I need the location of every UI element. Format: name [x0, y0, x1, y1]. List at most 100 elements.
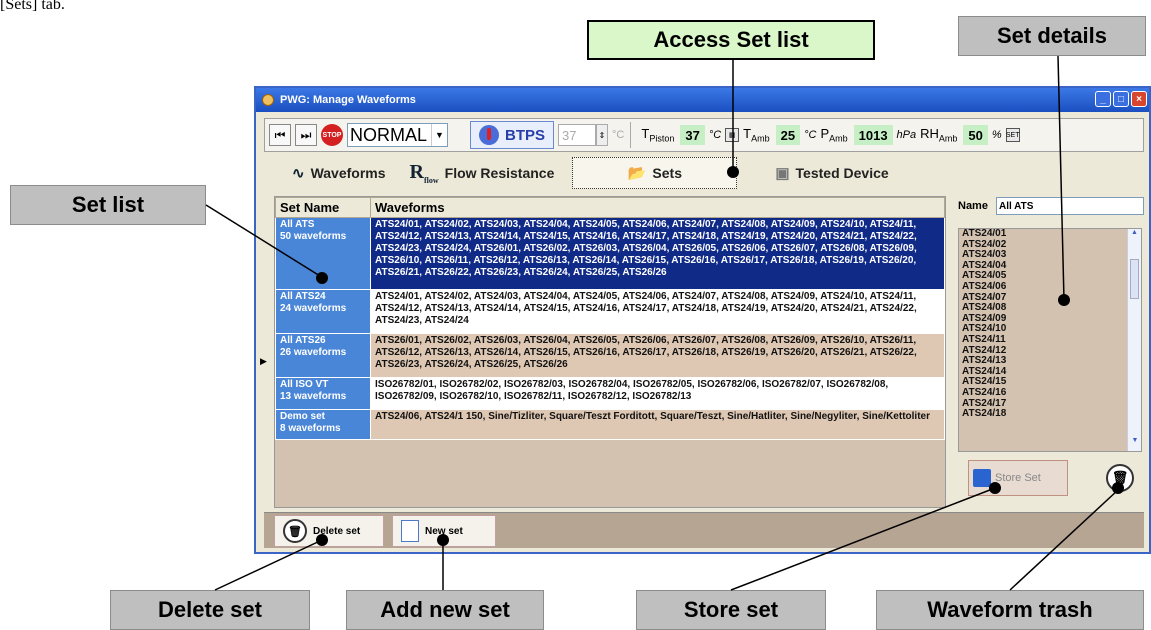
rh-amb-label: RHAmb — [920, 126, 958, 144]
waveform-icon: ∿ — [292, 165, 305, 182]
t-piston-unit: °C — [708, 129, 722, 141]
p-amb-unit: hPa — [896, 129, 917, 141]
chart-icon[interactable]: ▦ — [725, 128, 740, 142]
mode-select-value: NORMAL — [350, 124, 428, 145]
waveforms-cell[interactable]: ATS24/01, ATS24/02, ATS24/03, ATS24/04, … — [370, 217, 945, 290]
set-name-cell[interactable]: All ATS 50 waveforms — [275, 217, 371, 290]
callout-access-set-list: Access Set list — [587, 20, 875, 60]
t-piston-value: 37 — [680, 125, 705, 145]
list-item[interactable]: ATS24/11 — [959, 334, 1141, 346]
device-icon: ▣ — [775, 165, 790, 182]
btps-spinner[interactable]: ⇕ — [596, 124, 609, 146]
callout-add-new-set: Add new set — [346, 590, 544, 630]
callout-set-list: Set list — [10, 185, 206, 225]
floppy-disk-icon — [973, 469, 991, 487]
delete-set-button[interactable]: 🗑 Delete set — [274, 515, 384, 547]
p-amb-value: 1013 — [853, 125, 893, 145]
waveforms-cell[interactable]: ATS24/01, ATS24/02, ATS24/03, ATS24/04, … — [370, 289, 945, 334]
window-title: PWG: Manage Waveforms — [280, 94, 416, 106]
delete-set-label: Delete set — [313, 525, 361, 537]
tab-flow-resistance[interactable]: Rflow Flow Resistance — [398, 157, 567, 189]
list-item[interactable]: ATS24/01 — [959, 229, 1141, 240]
tab-bar: ∿ Waveforms Rflow Flow Resistance 📂 Sets… — [280, 157, 980, 189]
intro-text: [Sets] tab. — [0, 0, 65, 13]
scroll-thumb[interactable] — [1130, 259, 1139, 299]
list-item[interactable]: ATS24/06 — [959, 281, 1141, 293]
p-amb-label: PAmb — [820, 126, 848, 144]
tab-tested-device-label: Tested Device — [795, 165, 889, 181]
skip-back-button[interactable]: ⏮ — [269, 124, 291, 146]
set-waveform-list[interactable]: ATS24/01 ATS24/02 ATS24/03 ATS24/04 ATS2… — [958, 228, 1142, 452]
scroll-up-icon[interactable]: ▲ — [1128, 229, 1141, 243]
set-name-cell[interactable]: All ATS26 26 waveforms — [275, 333, 371, 378]
t-piston-label: TPiston — [641, 126, 675, 144]
current-row-pointer-icon: ▶ — [260, 356, 267, 366]
store-set-label: Store Set — [995, 472, 1041, 484]
set-details-panel: Name All ATS ATS24/01 ATS24/02 ATS24/03 … — [958, 196, 1146, 514]
tab-flow-resistance-label: Flow Resistance — [444, 165, 555, 181]
callout-store-set: Store set — [636, 590, 826, 630]
tab-sets-label: Sets — [652, 165, 682, 181]
folder-icon: 📂 — [627, 165, 647, 182]
table-row[interactable]: All ISO VT 13 waveforms ISO26782/01, ISO2… — [275, 377, 945, 410]
col-waveforms-header[interactable]: Waveforms — [370, 197, 945, 218]
thermometer-icon — [479, 125, 500, 145]
mode-select[interactable]: NORMAL ▼ — [347, 123, 449, 147]
window-titlebar[interactable]: PWG: Manage Waveforms _ □ × — [256, 88, 1149, 112]
new-document-icon — [401, 520, 419, 542]
set-list-table: Set Name Waveforms All ATS 50 waveforms A… — [274, 196, 946, 508]
table-row[interactable]: Demo set 8 waveforms ATS24/06, ATS24/1 15… — [275, 409, 945, 440]
set-name-label: Name — [958, 200, 988, 212]
trash-icon: 🗑 — [1106, 464, 1134, 492]
btps-label: BTPS — [505, 126, 546, 144]
tab-tested-device[interactable]: ▣ Tested Device — [763, 157, 900, 189]
waveforms-cell[interactable]: ATS24/06, ATS24/1 150, Sine/Tizliter, Sq… — [370, 409, 945, 440]
close-button[interactable]: × — [1131, 91, 1147, 107]
btps-temperature-input[interactable]: 37 — [558, 124, 597, 146]
set-name-input[interactable]: All ATS — [995, 197, 1144, 215]
toolbar: ⏮ ⏭ STOP NORMAL ▼ BTPS 37 ⇕ °C TPiston 3… — [264, 118, 1144, 152]
waveforms-cell[interactable]: ATS26/01, ATS26/02, ATS26/03, ATS26/04, … — [370, 333, 945, 378]
tab-sets[interactable]: 📂 Sets — [572, 157, 738, 189]
toolbar-divider — [630, 122, 632, 148]
set-name-cell[interactable]: All ISO VT 13 waveforms — [275, 377, 371, 410]
btps-toggle-button[interactable]: BTPS — [470, 121, 555, 149]
settings-icon[interactable]: SET — [1005, 128, 1020, 142]
callout-set-details: Set details — [958, 16, 1146, 56]
waveform-list-scrollbar[interactable]: ▲ ▼ — [1127, 229, 1141, 451]
play-next-icon: ⏭ — [300, 127, 312, 142]
manage-waveforms-window: PWG: Manage Waveforms _ □ × ⏮ ⏭ STOP NOR… — [254, 86, 1151, 554]
maximize-button[interactable]: □ — [1113, 91, 1129, 107]
new-set-button[interactable]: New set — [392, 515, 496, 547]
waveforms-cell[interactable]: ISO26782/01, ISO26782/02, ISO26782/03, I… — [370, 377, 945, 410]
scroll-down-icon[interactable]: ▼ — [1128, 437, 1141, 451]
set-name-cell[interactable]: Demo set 8 waveforms — [275, 409, 371, 440]
col-set-name-header[interactable]: Set Name — [275, 197, 371, 218]
chevron-down-icon: ▼ — [431, 124, 447, 146]
waveform-trash-button[interactable]: 🗑 — [1106, 464, 1134, 492]
rh-amb-unit: % — [991, 129, 1002, 141]
set-name-row: Name All ATS — [958, 196, 1146, 216]
window-controls: _ □ × — [1095, 91, 1147, 107]
table-row[interactable]: All ATS 50 waveforms ATS24/01, ATS24/02, … — [275, 217, 945, 290]
callout-delete-set: Delete set — [110, 590, 310, 630]
t-amb-label: TAmb — [743, 126, 770, 144]
set-name-cell[interactable]: All ATS24 24 waveforms — [275, 289, 371, 334]
rh-amb-value: 50 — [963, 125, 988, 145]
list-item[interactable]: ATS24/18 — [959, 408, 1141, 420]
btps-unit: °C — [612, 129, 625, 141]
table-row[interactable]: All ATS26 26 waveforms ATS26/01, ATS26/02… — [275, 333, 945, 378]
minimize-button[interactable]: _ — [1095, 91, 1111, 107]
table-row[interactable]: All ATS24 24 waveforms ATS24/01, ATS24/02… — [275, 289, 945, 334]
t-amb-unit: °C — [804, 129, 817, 141]
bottom-button-bar: 🗑 Delete set New set — [264, 512, 1144, 548]
trash-icon: 🗑 — [283, 519, 307, 543]
store-set-button[interactable]: Store Set — [968, 460, 1068, 496]
list-item[interactable]: ATS24/16 — [959, 387, 1141, 399]
app-icon — [262, 94, 274, 106]
play-next-button[interactable]: ⏭ — [295, 124, 317, 146]
flow-resistance-icon: Rflow — [409, 161, 439, 185]
stop-button[interactable]: STOP — [321, 124, 343, 146]
tab-waveforms[interactable]: ∿ Waveforms — [280, 157, 398, 189]
skip-back-icon: ⏮ — [274, 127, 286, 142]
